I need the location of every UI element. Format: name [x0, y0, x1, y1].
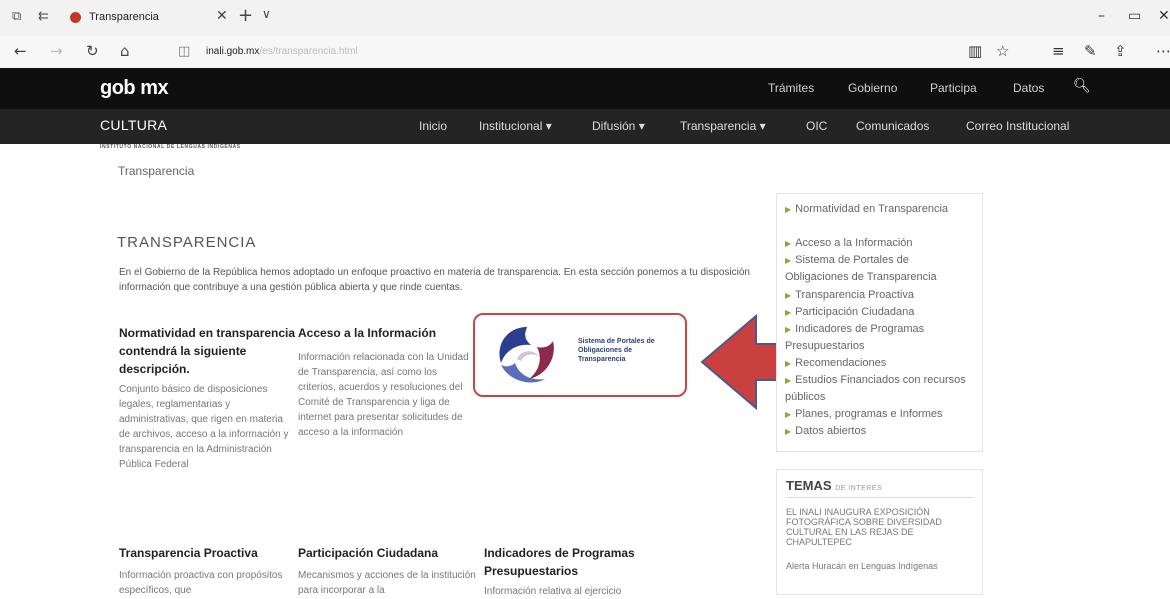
- nav-transparencia[interactable]: Transparencia ▾: [680, 119, 766, 133]
- sidebar-item-datos-abiertos[interactable]: ▶ Datos abiertos: [785, 423, 975, 440]
- url-field[interactable]: inali.gob.mx/es/transparencia.html: [206, 46, 358, 57]
- brand-cultura[interactable]: CULTURA: [100, 117, 167, 133]
- bullet-icon: ▶: [785, 376, 792, 385]
- search-icon[interactable]: 🔍︎: [1073, 78, 1091, 94]
- sidebar-item-label: Estudios Financiados con recursos públic…: [785, 374, 966, 403]
- temas-divider: [786, 497, 974, 498]
- favorite-star-icon[interactable]: ☆: [996, 42, 1009, 60]
- minimize-icon[interactable]: –: [1098, 8, 1105, 24]
- sidebar-item-participacion[interactable]: ▶ Participación Ciudadana: [785, 304, 975, 321]
- site-favicon-icon: [70, 12, 81, 23]
- restore-icon[interactable]: ▭: [1128, 8, 1141, 24]
- temas-item-alerta-huracan[interactable]: Alerta Huracán en Lenguas Indígenas: [786, 561, 976, 571]
- page-title: TRANSPARENCIA: [117, 234, 257, 251]
- bullet-icon: ▶: [785, 239, 792, 248]
- sidebar-item-recomendaciones[interactable]: ▶ Recomendaciones: [785, 355, 975, 372]
- bullet-icon: ▶: [785, 359, 792, 368]
- refresh-icon[interactable]: ↻: [86, 42, 99, 60]
- sidebar-item-label: Recomendaciones: [795, 357, 887, 369]
- topnav-gobierno[interactable]: Gobierno: [848, 81, 897, 95]
- sipot-banner[interactable]: Sistema de Portales de Obligaciones de T…: [473, 313, 687, 397]
- temas-subtitle: DE INTERÉS: [835, 485, 883, 492]
- sidebar-item-label: Acceso a la Información: [795, 237, 913, 249]
- close-window-icon[interactable]: ✕: [1158, 8, 1170, 24]
- bullet-icon: ▶: [785, 291, 792, 300]
- nav-inicio[interactable]: Inicio: [419, 119, 447, 133]
- acceso-informacion-description: Información relacionada con la Unidad de…: [298, 352, 469, 438]
- sidebar-item-label: Indicadores de Programas Presupuestarios: [785, 323, 925, 352]
- sidebar-item-normatividad[interactable]: ▶ Normatividad en Transparencia: [785, 201, 975, 218]
- normatividad-heading[interactable]: Normatividad en transparencia contendrá …: [119, 324, 297, 378]
- bullet-icon: ▶: [785, 205, 792, 214]
- breadcrumb[interactable]: Transparencia: [118, 164, 194, 178]
- main-navigation: CULTURA Inicio Institucional ▾ Difusión …: [0, 109, 1170, 144]
- temas-title: TEMAS: [786, 478, 832, 493]
- sidebar-item-label: Planes, programas e Informes: [795, 408, 943, 420]
- nav-correo-institucional[interactable]: Correo Institucional: [966, 119, 1069, 133]
- forward-icon[interactable]: →: [50, 42, 63, 60]
- sidebar-item-proactiva[interactable]: ▶ Transparencia Proactiva: [785, 287, 975, 304]
- bullet-icon: ▶: [785, 325, 792, 334]
- topnav-tramites[interactable]: Trámites: [768, 81, 814, 95]
- indicadores-heading[interactable]: Indicadores de Programas Presupuestarios: [484, 544, 664, 580]
- sidebar-item-label: Transparencia Proactiva: [795, 289, 914, 301]
- topnav-datos[interactable]: Datos: [1013, 81, 1044, 95]
- tab-title[interactable]: Transparencia: [89, 11, 159, 23]
- sidebar-item-label: Participación Ciudadana: [795, 306, 915, 318]
- temas-item-exposicion[interactable]: EL INALI INAUGURA EXPOSICIÓN FOTOGRÁFICA…: [786, 507, 976, 547]
- transparencia-proactiva-heading[interactable]: Transparencia Proactiva: [119, 544, 297, 562]
- sidebar-item-acceso[interactable]: ▶ Acceso a la Información: [785, 235, 975, 252]
- topnav-participa[interactable]: Participa: [930, 81, 977, 95]
- tab-preview-chevron-icon[interactable]: ∨: [262, 7, 271, 21]
- sidebar-item-label: Sistema de Portales de Obligaciones de T…: [785, 254, 937, 283]
- bullet-icon: ▶: [785, 410, 792, 419]
- home-icon[interactable]: ⌂: [120, 42, 130, 60]
- acceso-informacion-heading[interactable]: Acceso a la Información: [298, 324, 476, 342]
- sipot-logo-icon: [499, 327, 554, 383]
- sidebar-item-indicadores[interactable]: ▶ Indicadores de Programas Presupuestario…: [785, 321, 975, 354]
- sidebar-item-sipot[interactable]: ▶ Sistema de Portales de Obligaciones de …: [785, 252, 975, 285]
- tab-actions-icon[interactable]: ⧉: [12, 9, 21, 24]
- temas-heading: TEMAS DE INTERÉS: [786, 478, 882, 493]
- indicadores-description: Información relativa al ejercicio: [484, 586, 622, 597]
- more-icon[interactable]: ⋯: [1156, 42, 1170, 60]
- sidebar-item-label: Normatividad en Transparencia: [795, 203, 949, 215]
- favorites-hub-icon[interactable]: ≡: [1052, 42, 1065, 60]
- participacion-ciudadana-heading[interactable]: Participación Ciudadana: [298, 544, 478, 562]
- transparency-sidebar: ▶ Normatividad en Transparencia ▶ Acceso a…: [776, 193, 983, 452]
- page-lock-icon: ◫: [178, 44, 191, 59]
- sidebar-item-label: Datos abiertos: [795, 425, 867, 437]
- back-icon[interactable]: ←: [14, 42, 27, 60]
- bullet-icon: ▶: [785, 427, 792, 436]
- intro-text: En el Gobierno de la República hemos ado…: [119, 267, 750, 293]
- close-tab-icon[interactable]: ✕: [216, 8, 228, 24]
- new-tab-icon[interactable]: +: [238, 5, 253, 26]
- browser-tab-bar: ⧉ ⇇ Transparencia ✕ + ∨ – ▭ ✕: [0, 0, 1170, 36]
- nav-difusion[interactable]: Difusión ▾: [592, 119, 645, 133]
- web-note-icon[interactable]: ✎: [1084, 42, 1097, 60]
- share-icon[interactable]: ⇪: [1114, 42, 1127, 60]
- normatividad-description: Conjunto básico de disposiciones legales…: [119, 384, 289, 470]
- nav-comunicados[interactable]: Comunicados: [856, 119, 929, 133]
- reading-view-icon[interactable]: ▥: [968, 42, 982, 60]
- url-host: inali.gob.mx: [206, 46, 260, 57]
- sidebar-item-planes[interactable]: ▶ Planes, programas e Informes: [785, 406, 975, 423]
- url-path: /es/transparencia.html: [259, 46, 358, 57]
- set-tabs-aside-icon[interactable]: ⇇: [38, 9, 49, 24]
- nav-oic[interactable]: OIC: [806, 119, 827, 133]
- sipot-banner-text: Sistema de Portales de Obligaciones de T…: [578, 338, 655, 363]
- sidebar-item-estudios[interactable]: ▶ Estudios Financiados con recursos públi…: [785, 372, 975, 405]
- gobmx-logo[interactable]: gob mx: [100, 77, 169, 100]
- browser-address-bar: ← → ↻ ⌂ ◫ inali.gob.mx/es/transparencia.…: [0, 36, 1170, 68]
- bullet-icon: ▶: [785, 308, 792, 317]
- bullet-icon: ▶: [785, 256, 792, 265]
- site-header: gob mx Trámites Gobierno Participa Datos…: [0, 68, 1170, 109]
- temas-de-interes-panel: TEMAS DE INTERÉS EL INALI INAUGURA EXPOS…: [776, 469, 983, 595]
- nav-institucional[interactable]: Institucional ▾: [479, 119, 552, 133]
- brand-subtitle: INSTITUTO NACIONAL DE LENGUAS INDÍGENAS: [100, 144, 241, 150]
